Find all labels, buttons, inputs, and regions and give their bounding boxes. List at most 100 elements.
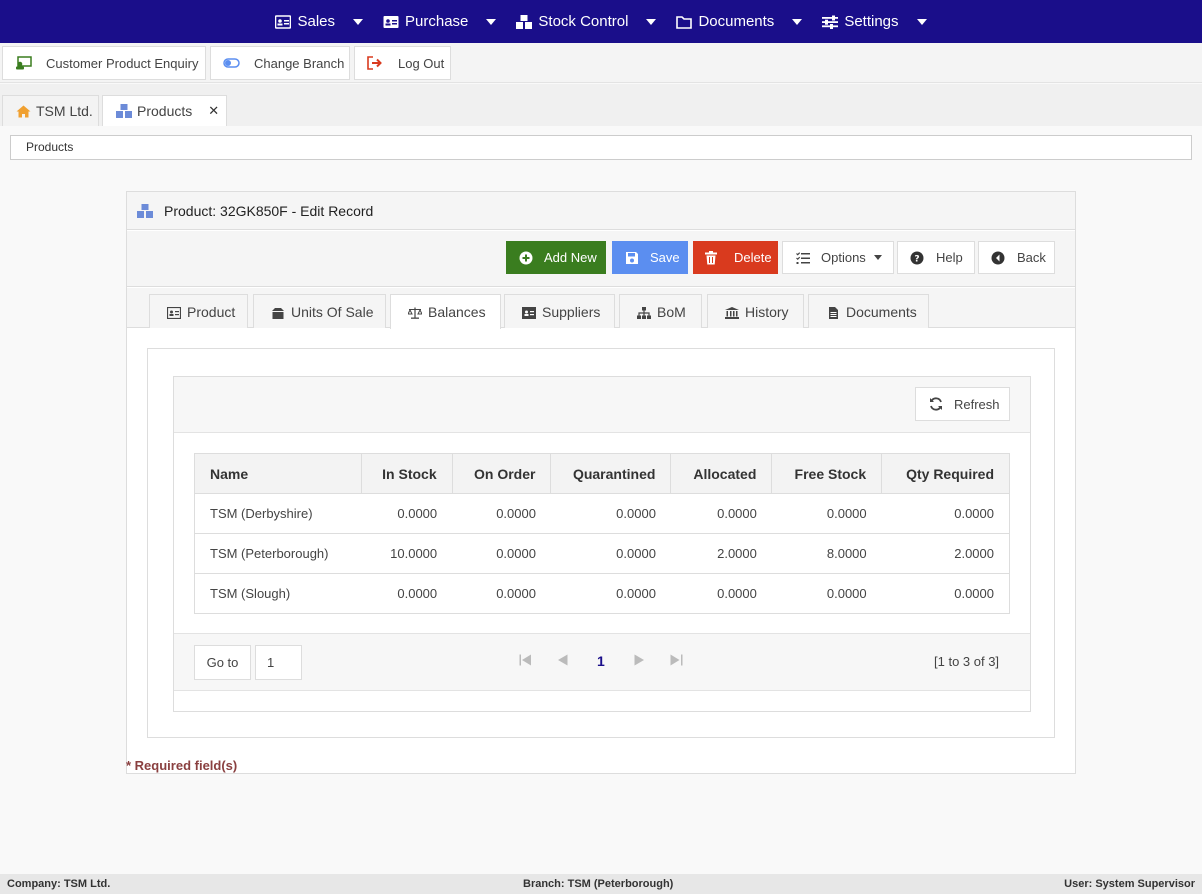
column-header-quarantined[interactable]: Quarantined bbox=[550, 453, 672, 494]
add-new-button[interactable]: Add New bbox=[506, 241, 606, 274]
tab-products-label: Products bbox=[137, 103, 193, 119]
quick-toolbar: Customer Product Enquiry Change Branch L… bbox=[0, 43, 1202, 83]
cell-allocated: 0.0000 bbox=[670, 493, 772, 534]
cell-name: TSM (Derbyshire) bbox=[194, 493, 362, 534]
question-circle-icon: ? bbox=[910, 251, 924, 265]
tab-products[interactable]: Products ✕ bbox=[102, 95, 227, 126]
tab-suppliers-label: Suppliers bbox=[542, 303, 601, 320]
next-page-icon[interactable] bbox=[634, 654, 645, 669]
nav-documents-label: Documents bbox=[698, 13, 775, 30]
tab-documents[interactable]: Documents bbox=[808, 294, 929, 328]
home-icon bbox=[16, 105, 31, 118]
caret-down-icon bbox=[873, 255, 882, 260]
nav-documents[interactable]: Documents bbox=[666, 0, 812, 43]
cell-on-order: 0.0000 bbox=[452, 533, 551, 574]
tab-suppliers[interactable]: Suppliers bbox=[504, 294, 615, 328]
page-tabstrip: TSM Ltd. Products ✕ bbox=[0, 84, 1202, 126]
breadcrumb[interactable]: Products bbox=[10, 135, 1192, 160]
status-company: Company: TSM Ltd. bbox=[7, 878, 111, 890]
chevron-down-icon[interactable] bbox=[486, 18, 497, 25]
table-row[interactable]: TSM (Slough) 0.0000 0.0000 0.0000 0.0000… bbox=[194, 573, 1010, 614]
goto-page-input[interactable] bbox=[255, 645, 302, 680]
back-button[interactable]: Back bbox=[978, 241, 1055, 274]
tab-bom[interactable]: BoM bbox=[619, 294, 702, 328]
nav-purchase[interactable]: Purchase bbox=[373, 0, 506, 43]
tab-product[interactable]: Product bbox=[149, 294, 248, 328]
close-icon[interactable]: ✕ bbox=[208, 103, 219, 119]
box-open-icon bbox=[271, 306, 285, 319]
user-enquiry-icon bbox=[15, 56, 33, 70]
chevron-down-icon[interactable] bbox=[646, 18, 657, 25]
nav-sales-label: Sales bbox=[297, 13, 336, 30]
tab-bom-label: BoM bbox=[657, 303, 686, 320]
customer-product-enquiry-button[interactable]: Customer Product Enquiry bbox=[2, 46, 206, 80]
table-row[interactable]: TSM (Derbyshire) 0.0000 0.0000 0.0000 0.… bbox=[194, 493, 1010, 534]
cell-name: TSM (Peterborough) bbox=[194, 533, 362, 574]
nav-stock-control-label: Stock Control bbox=[538, 13, 629, 30]
tab-product-label: Product bbox=[187, 303, 236, 320]
back-label: Back bbox=[1017, 250, 1046, 265]
nav-purchase-label: Purchase bbox=[405, 13, 469, 30]
cell-quarantined: 0.0000 bbox=[550, 493, 671, 534]
cell-on-order: 0.0000 bbox=[452, 493, 551, 534]
id-card-icon bbox=[522, 306, 536, 319]
table-header-row: Name In Stock On Order Quarantined Alloc… bbox=[194, 453, 1010, 494]
balances-grid: Refresh Name In Stock On Order Quarantin… bbox=[173, 376, 1031, 712]
nav-stock-control[interactable]: Stock Control bbox=[506, 0, 666, 43]
list-check-icon bbox=[796, 251, 810, 265]
chevron-down-icon[interactable] bbox=[916, 18, 927, 25]
first-page-icon[interactable] bbox=[519, 654, 532, 669]
change-branch-label: Change Branch bbox=[254, 55, 345, 71]
delete-button[interactable]: Delete bbox=[693, 241, 778, 274]
column-header-allocated[interactable]: Allocated bbox=[670, 453, 773, 494]
plus-circle-icon bbox=[519, 251, 533, 265]
toggle-icon bbox=[223, 56, 241, 70]
nav-sales[interactable]: Sales bbox=[265, 0, 373, 43]
main-nav: Sales Purchase Stock Control Documents S… bbox=[0, 0, 1202, 43]
change-branch-button[interactable]: Change Branch bbox=[210, 46, 350, 80]
cell-allocated: 0.0000 bbox=[670, 573, 772, 614]
tab-history[interactable]: History bbox=[707, 294, 804, 328]
id-card-icon bbox=[166, 306, 182, 319]
status-branch: Branch: TSM (Peterborough) bbox=[523, 878, 674, 890]
customer-product-enquiry-label: Customer Product Enquiry bbox=[46, 55, 199, 71]
column-header-qty-required[interactable]: Qty Required bbox=[881, 453, 1010, 494]
previous-page-icon[interactable] bbox=[557, 654, 568, 669]
file-text-icon bbox=[826, 306, 840, 319]
arrow-left-circle-icon bbox=[991, 251, 1005, 265]
column-header-in-stock[interactable]: In Stock bbox=[360, 453, 453, 494]
current-page-number[interactable]: 1 bbox=[597, 653, 605, 669]
panel-header: Product: 32GK850F - Edit Record bbox=[127, 192, 1075, 230]
refresh-button[interactable]: Refresh bbox=[915, 387, 1010, 421]
nav-settings-label: Settings bbox=[844, 13, 899, 30]
chevron-down-icon[interactable] bbox=[792, 18, 803, 25]
options-label: Options bbox=[821, 250, 866, 265]
column-header-free-stock[interactable]: Free Stock bbox=[771, 453, 883, 494]
cell-qty-required: 0.0000 bbox=[881, 493, 1010, 534]
help-label: Help bbox=[936, 250, 963, 265]
tab-balances[interactable]: Balances bbox=[390, 294, 501, 329]
chevron-down-icon[interactable] bbox=[353, 18, 364, 25]
tab-home[interactable]: TSM Ltd. bbox=[2, 95, 99, 126]
goto-page-button[interactable]: Go to bbox=[194, 645, 251, 680]
tab-home-label: TSM Ltd. bbox=[36, 103, 93, 119]
cell-qty-required: 0.0000 bbox=[881, 573, 1010, 614]
cell-quarantined: 0.0000 bbox=[550, 573, 671, 614]
column-header-name[interactable]: Name bbox=[194, 453, 362, 494]
log-out-button[interactable]: Log Out bbox=[354, 46, 451, 80]
tab-history-label: History bbox=[745, 303, 789, 320]
last-page-icon[interactable] bbox=[670, 654, 683, 669]
column-header-on-order[interactable]: On Order bbox=[451, 453, 552, 494]
grid-toolbar: Refresh bbox=[174, 377, 1030, 433]
options-dropdown[interactable]: Options bbox=[782, 241, 894, 274]
save-button[interactable]: Save bbox=[612, 241, 688, 274]
nav-settings[interactable]: Settings bbox=[812, 0, 936, 43]
tab-units-of-sale[interactable]: Units Of Sale bbox=[253, 294, 386, 328]
sitemap-icon bbox=[637, 306, 651, 319]
cell-qty-required: 2.0000 bbox=[881, 533, 1010, 574]
table-row[interactable]: TSM (Peterborough) 10.0000 0.0000 0.0000… bbox=[194, 533, 1010, 574]
page-title: Product: 32GK850F - Edit Record bbox=[164, 202, 374, 219]
help-button[interactable]: ? Help bbox=[897, 241, 975, 274]
record-action-bar: Add New Save Delete Options ? Help Back bbox=[127, 231, 1075, 287]
balances-table: Name In Stock On Order Quarantined Alloc… bbox=[194, 453, 1010, 614]
